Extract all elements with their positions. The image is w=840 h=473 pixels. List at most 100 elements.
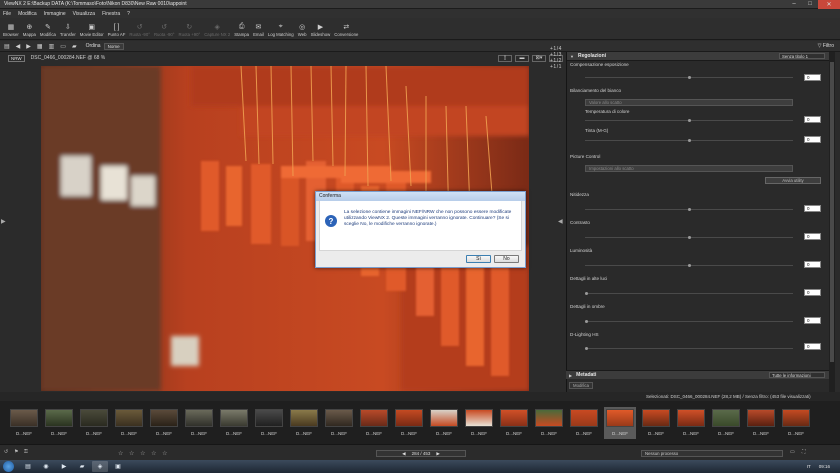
exposure-slider-knob[interactable] xyxy=(688,76,691,79)
thumbnail-6[interactable]: D...NEF xyxy=(183,407,215,439)
rating-stars[interactable]: ☆ ☆ ☆ ☆ ☆ xyxy=(118,450,170,457)
filter-button[interactable]: ▽ Filtro xyxy=(818,43,834,49)
white-balance-select[interactable]: Valore allo scatto xyxy=(585,99,793,106)
left-panel-arrow-icon[interactable]: ▶ xyxy=(1,218,6,225)
yes-button[interactable]: Sì xyxy=(466,255,491,263)
filmstrip-view-icon[interactable]: ▥ xyxy=(49,43,55,50)
contrast-slider-knob[interactable] xyxy=(688,236,691,239)
rotate-icon[interactable]: ↺ xyxy=(4,449,8,455)
temperature-value[interactable]: 0 xyxy=(804,116,821,123)
sidebar-toggle-icon[interactable]: ▤ xyxy=(4,43,10,50)
rotate-right-button[interactable]: ↻ Ruota +90° xyxy=(178,23,202,39)
process-select[interactable]: Nessun processo xyxy=(641,450,783,457)
brightness-value[interactable]: 0 xyxy=(804,261,821,268)
page-navigator[interactable]: ◀ 284 / 453 ▶ xyxy=(376,450,466,457)
thumbnail-9[interactable]: D...NEF xyxy=(288,407,320,439)
single-view-icon[interactable]: ▭ xyxy=(60,43,66,50)
picture-control-select[interactable]: Impostazioni allo scatto xyxy=(585,165,793,172)
exposure-value[interactable]: 0 xyxy=(804,74,821,81)
menu-help[interactable]: ? xyxy=(127,11,130,17)
thumbnail-7[interactable]: D...NEF xyxy=(218,407,250,439)
no-button[interactable]: No xyxy=(494,255,519,263)
thumbnail-15[interactable]: D...NEF xyxy=(498,407,530,439)
movie-editor-button[interactable]: ▣ Movie Editor xyxy=(79,23,105,39)
viewnx-taskbar-icon[interactable]: ◈ xyxy=(92,461,108,472)
conversion-button[interactable]: ⇄ Conversione xyxy=(333,23,359,39)
thumbnail-3[interactable]: D...NEF xyxy=(78,407,110,439)
launch-utility-button[interactable]: Avvia utility xyxy=(765,177,821,184)
close-icon[interactable]: ✕ xyxy=(818,0,840,9)
dlighting-slider[interactable] xyxy=(585,348,793,349)
folder-icon[interactable]: ▰ xyxy=(72,43,77,50)
thumbnail-grid-icon[interactable]: ▦ xyxy=(37,43,43,50)
shadows-slider[interactable] xyxy=(585,321,793,322)
clock[interactable]: 09:16 xyxy=(819,464,830,469)
thumbnail-11[interactable]: D...NEF xyxy=(358,407,390,439)
dlighting-slider-knob[interactable] xyxy=(585,347,588,350)
tint-value[interactable]: 0 xyxy=(804,136,821,143)
next-page-icon[interactable]: ▶ xyxy=(436,451,439,457)
thumbnail-18-selected[interactable]: D...NEF xyxy=(604,407,636,439)
adjustments-scrollbar[interactable] xyxy=(829,52,835,392)
rotate-left-button[interactable]: ↺ Ruota -90° xyxy=(128,23,151,39)
fullscreen-icon[interactable]: ⛶ xyxy=(802,449,806,455)
adjustments-header[interactable]: ▼ Regolazioni Senza titolo 1 xyxy=(567,52,829,61)
maximize-icon[interactable]: □ xyxy=(802,0,818,9)
thumbnail-1[interactable]: D...NEF xyxy=(8,407,40,439)
thumbnail-17[interactable]: D...NEF xyxy=(568,407,600,439)
protect-icon[interactable]: ⚿ xyxy=(24,449,28,455)
log-matching-button[interactable]: ⌖ Log Matching xyxy=(267,23,295,39)
thumbnail-19[interactable]: D...NEF xyxy=(640,407,672,439)
label-icon[interactable]: ⚑ xyxy=(14,449,18,455)
thumbnail-5[interactable]: D...NEF xyxy=(148,407,180,439)
rotate-left-button-2[interactable]: ↺ Ruota -90° xyxy=(153,23,176,39)
fit-view-button[interactable]: ▯ xyxy=(498,54,512,62)
transfer-button[interactable]: ⇩ Transfer xyxy=(59,23,77,39)
media-taskbar-icon[interactable]: ▶ xyxy=(56,461,72,472)
menu-immagine[interactable]: Immagine xyxy=(44,11,66,17)
sharpness-value[interactable]: 0 xyxy=(804,205,821,212)
shadows-value[interactable]: 0 xyxy=(804,317,821,324)
right-panel-arrow-icon[interactable]: ◀ xyxy=(558,218,563,225)
contrast-value[interactable]: 0 xyxy=(804,233,821,240)
thumbnail-2[interactable]: D...NEF xyxy=(43,407,75,439)
preset-select[interactable]: Senza titolo 1 xyxy=(779,53,825,59)
web-button[interactable]: ◎ Web xyxy=(297,23,308,39)
temperature-slider-knob[interactable] xyxy=(688,119,691,122)
map-button[interactable]: ⊕ Mappa xyxy=(22,23,37,39)
thumbnail-23[interactable]: D...NEF xyxy=(780,407,812,439)
back-arrow-icon[interactable]: ◀ xyxy=(16,43,21,50)
thumbnail-22[interactable]: D...NEF xyxy=(745,407,777,439)
thumbnail-16[interactable]: D...NEF xyxy=(533,407,565,439)
menu-modifica[interactable]: Modifica xyxy=(18,11,37,17)
capture-nx-button[interactable]: ◈ Capture NX 2 xyxy=(203,23,231,39)
compare-button[interactable]: ⊠▾ xyxy=(532,54,546,62)
dlighting-value[interactable]: 0 xyxy=(804,343,821,350)
thumbnail-10[interactable]: D...NEF xyxy=(323,407,355,439)
folder-taskbar-icon[interactable]: ▰ xyxy=(74,461,90,472)
browser-taskbar-icon[interactable]: ◉ xyxy=(38,461,54,472)
scrollbar-thumb[interactable] xyxy=(830,62,834,362)
forward-arrow-icon[interactable]: ▶ xyxy=(26,43,31,50)
metadata-select[interactable]: Tutte le informazioni xyxy=(769,372,825,378)
app-taskbar-icon[interactable]: ▣ xyxy=(110,461,126,472)
thumbnail-8[interactable]: D...NEF xyxy=(253,407,285,439)
email-button[interactable]: ✉ Email xyxy=(252,23,265,39)
highlights-slider-knob[interactable] xyxy=(585,292,588,295)
language-indicator[interactable]: IT xyxy=(807,464,811,469)
af-point-button[interactable]: [ ] Punto AF xyxy=(107,23,127,39)
explorer-taskbar-icon[interactable]: ▤ xyxy=(20,461,36,472)
menu-file[interactable]: File xyxy=(3,11,11,17)
thumbnail-4[interactable]: D...NEF xyxy=(113,407,145,439)
monitor-icon[interactable]: ▭ xyxy=(790,449,795,455)
shadows-slider-knob[interactable] xyxy=(585,320,588,323)
start-button[interactable] xyxy=(3,461,14,472)
slideshow-button[interactable]: ▶ Slideshow xyxy=(310,23,332,39)
prev-page-icon[interactable]: ◀ xyxy=(402,451,405,457)
zoom-marks[interactable]: +1/4 +1/3 +1/2 +1/1 xyxy=(549,46,563,70)
print-button[interactable]: ⎙ Stampa xyxy=(233,23,250,39)
thumbnail-13[interactable]: D...NEF xyxy=(428,407,460,439)
thumbnail-14[interactable]: D...NEF xyxy=(463,407,495,439)
menu-visualizza[interactable]: Visualizza xyxy=(73,11,95,17)
edit-button[interactable]: ✎ Modifica xyxy=(39,23,57,39)
